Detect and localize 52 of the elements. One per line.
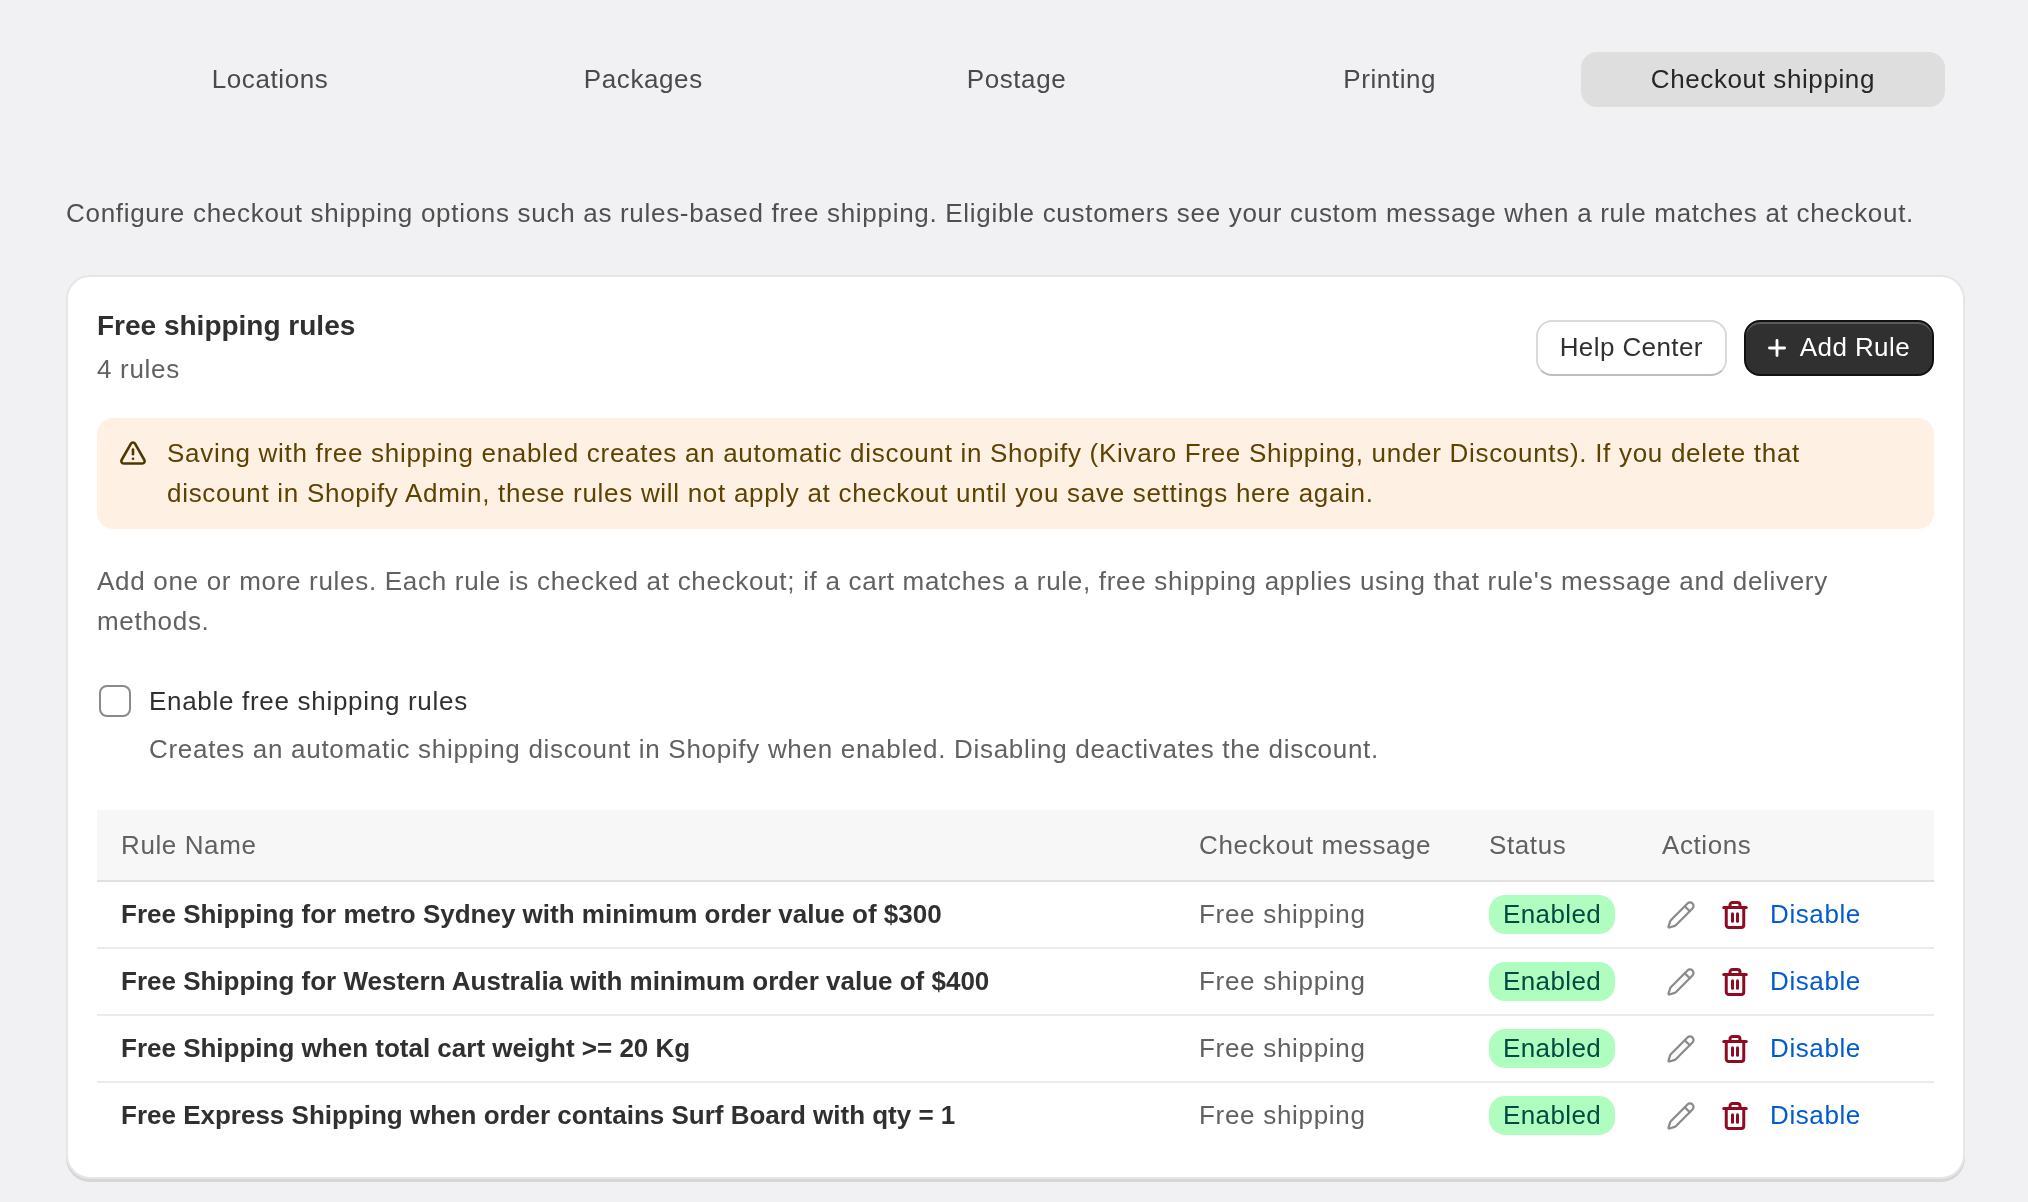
disable-link[interactable]: Disable	[1770, 966, 1861, 997]
disable-link[interactable]: Disable	[1770, 1100, 1861, 1131]
pencil-icon	[1666, 1033, 1696, 1064]
tab[interactable]: Locations	[88, 52, 453, 107]
page-description: Configure checkout shipping options such as rules-based free shipping. Eligible customers see your custom message when a rule matches at checkout.	[66, 197, 1916, 230]
column-header: Rule Name	[120, 829, 257, 861]
checkout-message: Free shipping	[1199, 1033, 1366, 1064]
help-text: Creates an automatic shipping discount in Shopify when enabled. Disabling deactivates the discount.	[148, 733, 1380, 766]
edit-button[interactable]	[1666, 899, 1696, 930]
trash-icon	[1720, 966, 1750, 997]
column-header: Status	[1488, 829, 1567, 861]
disable-link[interactable]: Disable	[1770, 1033, 1861, 1064]
checkout-message: Free shipping	[1199, 966, 1366, 997]
pencil-icon	[1666, 966, 1696, 997]
delete-button[interactable]	[1720, 899, 1750, 930]
card-title: Free shipping rules	[97, 309, 356, 343]
checkbox-label: Enable free shipping rules	[149, 685, 468, 718]
status-badge: Enabled	[1489, 1096, 1616, 1135]
rule-count: 4 rules	[97, 353, 181, 386]
disable-link[interactable]: Disable	[1770, 899, 1861, 930]
checkout-message: Free shipping	[1199, 899, 1366, 930]
tab[interactable]: Checkout shipping	[1580, 52, 1945, 107]
warning-text: Saving with free shipping enabled creates an automatic discount in Shopify (Kivaro Free Shipping, under Discounts). If you delete that discount in Shopify Admin, these rules will not apply at checkout until you save settings here again.	[167, 437, 1802, 510]
rule-name: Free Shipping when total cart weight >= 20 Kg	[121, 1033, 691, 1064]
help-center-button[interactable]: Help Center	[1535, 319, 1727, 376]
rule-name: Free Shipping for metro Sydney with minimum order value of $300	[121, 899, 942, 930]
warning-icon	[119, 439, 147, 467]
status-badge: Enabled	[1489, 1029, 1616, 1068]
tab[interactable]: Postage	[834, 52, 1199, 107]
rule-name: Free Express Shipping when order contains Surf Board with qty = 1	[121, 1100, 956, 1131]
column-header: Checkout message	[1198, 829, 1432, 861]
edit-button[interactable]	[1666, 1033, 1696, 1064]
edit-button[interactable]	[1666, 966, 1696, 997]
status-badge: Enabled	[1489, 895, 1616, 934]
add-rule-button[interactable]: Add Rule	[1743, 319, 1934, 376]
edit-button[interactable]	[1666, 1100, 1696, 1131]
checkout-message: Free shipping	[1199, 1100, 1366, 1131]
delete-button[interactable]	[1720, 1100, 1750, 1131]
trash-icon	[1720, 1033, 1750, 1064]
rule-name: Free Shipping for Western Australia with minimum order value of $400	[121, 966, 990, 997]
column-header: Actions	[1661, 829, 1752, 861]
checkbox[interactable]	[99, 685, 131, 717]
pencil-icon	[1666, 899, 1696, 930]
status-badge: Enabled	[1489, 962, 1616, 1001]
trash-icon	[1720, 899, 1750, 930]
trash-icon	[1720, 1100, 1750, 1131]
tab[interactable]: Printing	[1207, 52, 1572, 107]
pencil-icon	[1666, 1100, 1696, 1131]
delete-button[interactable]	[1720, 1033, 1750, 1064]
delete-button[interactable]	[1720, 966, 1750, 997]
intro-text: Add one or more rules. Each rule is checked at checkout; if a cart matches a rule, free shipping applies using that rule's message and delivery methods.	[97, 565, 1829, 638]
tab[interactable]: Packages	[461, 52, 826, 107]
